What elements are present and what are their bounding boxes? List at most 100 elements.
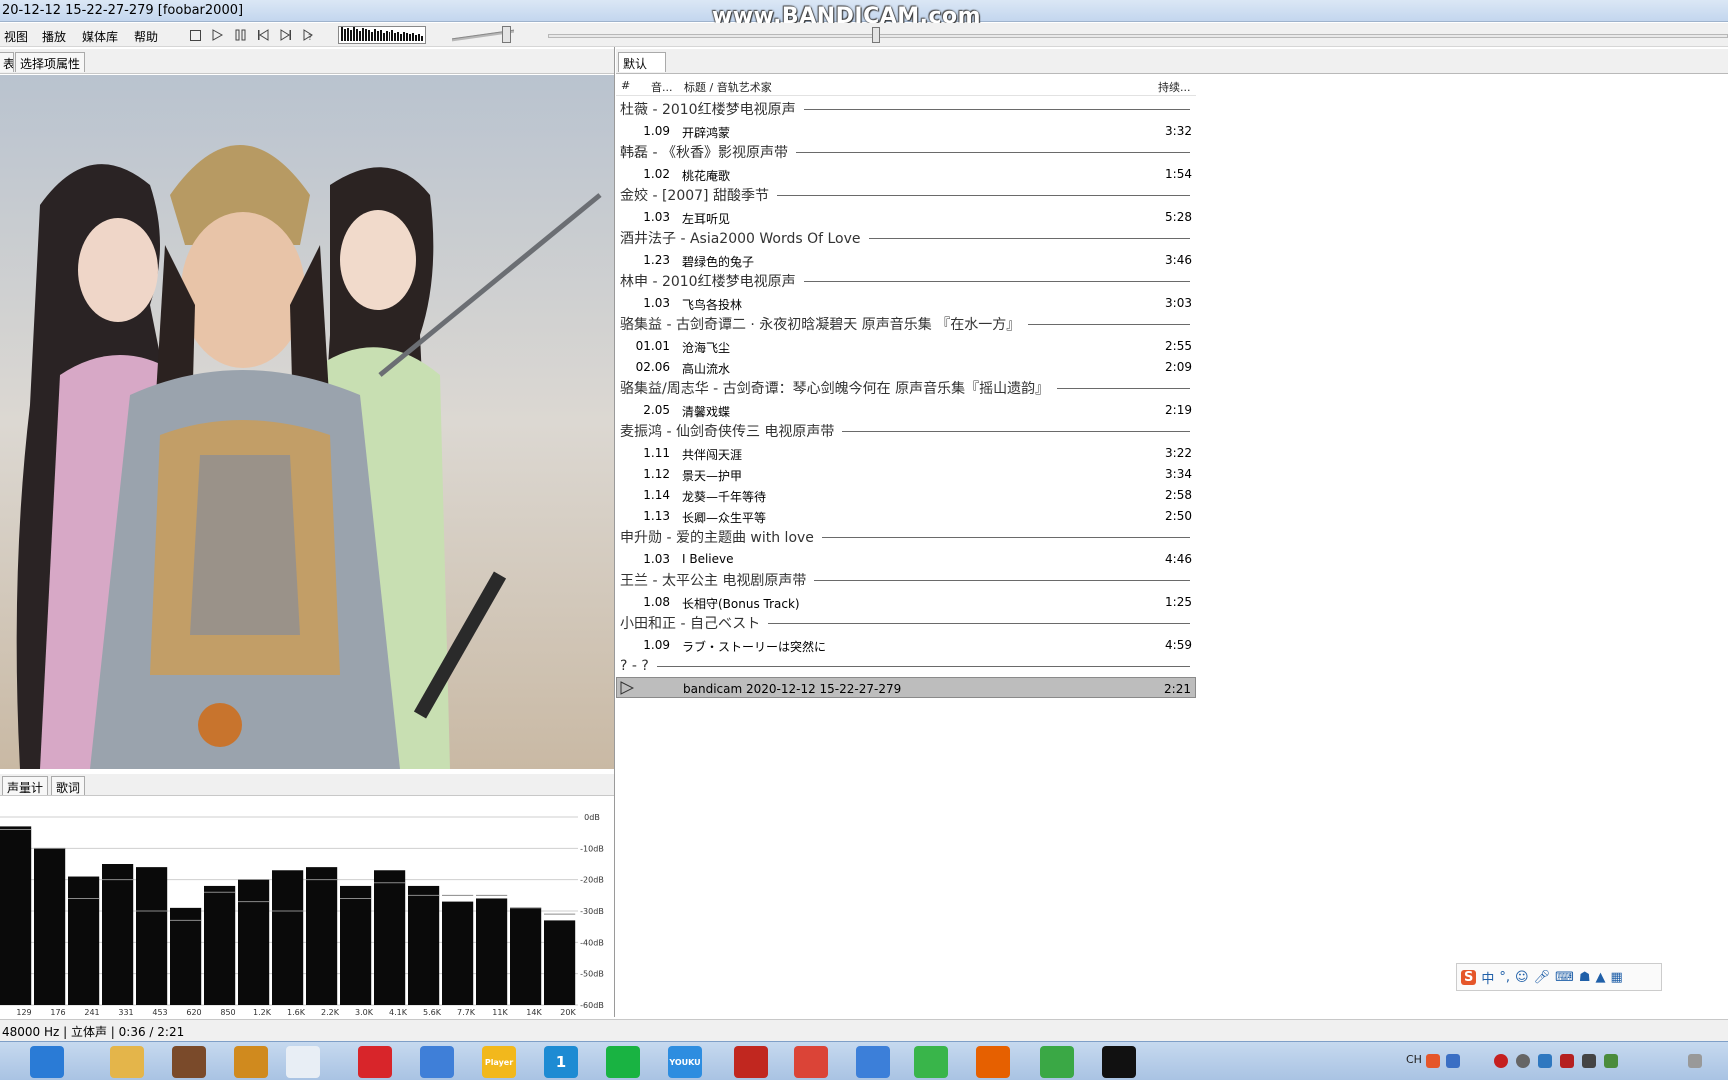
tab-lyrics[interactable]: 歌词 (51, 776, 86, 795)
tray-volume-icon[interactable] (1582, 1054, 1596, 1068)
bird-app-icon[interactable] (856, 1046, 890, 1078)
playlist-row-now-playing[interactable]: bandicam 2020-12-12 15-22-27-279 2:21 (616, 677, 1196, 698)
video-editor-icon[interactable] (172, 1046, 206, 1078)
column-title-artist[interactable]: 标题 / 音轨艺术家 (684, 79, 772, 95)
sogou-logo-icon[interactable]: S (1461, 969, 1477, 985)
playlist-group-header[interactable]: 申升勋 - 爱的主题曲 with love (616, 526, 1196, 548)
volume-slider-handle[interactable] (502, 26, 511, 43)
title-bar: 20-12-12 15-22-27-279 [foobar2000] www.B… (0, 0, 1728, 29)
mini-visualizer-bar (349, 30, 352, 41)
playlist-row[interactable]: 1.03 左耳听见 5:28 (616, 206, 1196, 227)
playlist-row[interactable]: 1.02 桃花庵歌 1:54 (616, 163, 1196, 184)
tray-record-icon[interactable] (1494, 1054, 1508, 1068)
playlist-group-header[interactable]: 林申 - 2010红楼梦电视原声 (616, 270, 1196, 292)
playlist-group-header[interactable]: 骆集益 - 古剑奇谭二 · 永夜初晗凝碧天 原声音乐集 『在水一方』 (616, 313, 1196, 335)
stop-icon[interactable] (186, 27, 204, 43)
bandicam-icon[interactable] (1102, 1046, 1136, 1078)
netease-music-icon[interactable] (358, 1046, 392, 1078)
tab-volume-meter[interactable]: 声量计 (2, 776, 49, 795)
tray-sogou-icon[interactable] (1426, 1054, 1440, 1068)
mini-visualizer-bar (361, 28, 364, 41)
menu-view[interactable]: 视图 (4, 28, 28, 45)
track-title: 沧海飞尘 (682, 341, 731, 355)
tray-flash-icon[interactable] (1560, 1054, 1574, 1068)
search-icon[interactable] (30, 1046, 64, 1078)
playlist-row[interactable]: 1.08 长相守(Bonus Track) 1:25 (616, 591, 1196, 612)
seek-handle[interactable] (872, 27, 880, 43)
potplayer-icon[interactable]: Player (482, 1046, 516, 1078)
playlist-row[interactable]: 1.09 ラブ・ストーリーは突然に 4:59 (616, 634, 1196, 655)
playlist-group-header[interactable]: 小田和正 - 自己ベスト (616, 612, 1196, 634)
playlist-row[interactable]: 02.06 高山流水 2:09 (616, 356, 1196, 377)
playlist-row[interactable]: 1.12 景天—护甲 3:34 (616, 463, 1196, 484)
tray-network-icon[interactable] (1604, 1054, 1618, 1068)
playlist-row[interactable]: 1.13 长卿—众生平等 2:50 (616, 505, 1196, 526)
group-title: 酒井法子 - Asia2000 Words Of Love (620, 231, 861, 247)
360-browser-icon[interactable] (1040, 1046, 1074, 1078)
tab-selection-properties[interactable]: 选择项属性 (15, 52, 86, 72)
skin-icon[interactable]: ▲ (1596, 970, 1606, 985)
foobar-icon[interactable] (286, 1046, 320, 1078)
playlist-group-header[interactable]: 金姣 - [2007] 甜酸季节 (616, 184, 1196, 206)
youku-icon[interactable]: YOUKU (668, 1046, 702, 1078)
playlist-group-header[interactable]: ? - ? (616, 655, 1196, 677)
chrome-icon[interactable] (794, 1046, 828, 1078)
mini-visualizer-bar (400, 34, 403, 41)
playlist-row[interactable]: 1.03 飞鸟各投林 3:03 (616, 292, 1196, 313)
playlist-group-header[interactable]: 杜薇 - 2010红楼梦电视原声 (616, 98, 1196, 120)
firefox-icon[interactable] (976, 1046, 1010, 1078)
play-store-icon[interactable] (914, 1046, 948, 1078)
column-index[interactable]: # (621, 79, 630, 92)
emoji-icon[interactable]: ☺ (1515, 970, 1529, 985)
panel-divider[interactable] (614, 47, 615, 1017)
tray-language[interactable]: CH (1406, 1053, 1422, 1066)
playlist-row[interactable]: 1.09 开辟鸿蒙 3:32 (616, 120, 1196, 141)
group-title: ? - ? (620, 658, 649, 674)
spectrum-bar (408, 885, 440, 1005)
tray-shield-icon[interactable] (1538, 1054, 1552, 1068)
tray-help-icon[interactable] (1446, 1054, 1460, 1068)
tab-default-playlist[interactable]: 默认 (618, 52, 666, 72)
app-1-icon[interactable]: 1 (544, 1046, 578, 1078)
ime-mode[interactable]: 中 (1481, 968, 1494, 987)
menu-help[interactable]: 帮助 (134, 28, 158, 45)
playlist-row[interactable]: 1.14 龙葵—千年等待 2:58 (616, 484, 1196, 505)
playlist-group-header[interactable]: 韩磊 - 《秋香》影视原声带 (616, 141, 1196, 163)
spectrum-bar (68, 876, 100, 1005)
tray-speaker-icon[interactable] (1688, 1054, 1702, 1068)
user-icon[interactable]: ☗ (1579, 970, 1591, 985)
spectrum-bar (510, 907, 542, 1005)
iqiyi-icon[interactable] (606, 1046, 640, 1078)
play-icon[interactable] (208, 27, 226, 43)
keyboard-icon[interactable]: ⌨ (1555, 970, 1574, 985)
folder-icon[interactable] (110, 1046, 144, 1078)
seek-bar[interactable] (548, 34, 1728, 38)
column-duration[interactable]: 持续... (1158, 79, 1191, 95)
playlist-group-header[interactable]: 王兰 - 太平公主 电视剧原声带 (616, 569, 1196, 591)
playlist-group-header[interactable]: 麦振鸿 - 仙剑奇侠传三 电视原声带 (616, 420, 1196, 442)
media-player-icon[interactable] (420, 1046, 454, 1078)
punctuation-icon[interactable]: °, (1499, 970, 1510, 985)
playlist-row[interactable]: 01.01 沧海飞尘 2:55 (616, 335, 1196, 356)
playlist-row[interactable]: 1.23 碧绿色的兔子 3:46 (616, 249, 1196, 270)
playlist-row[interactable]: 1.03 I Believe 4:46 (616, 548, 1196, 569)
playlist-group-header[interactable]: 酒井法子 - Asia2000 Words Of Love (616, 227, 1196, 249)
tab-list[interactable]: 表 (0, 52, 14, 72)
frequency-label: 129 (16, 1008, 31, 1017)
next-icon[interactable] (277, 27, 295, 43)
playlist-row[interactable]: 2.05 清馨戏蝶 2:19 (616, 399, 1196, 420)
microphone-icon[interactable]: 🎤︎ (1534, 970, 1551, 985)
playlist-row[interactable]: 1.11 共伴闯天涯 3:22 (616, 442, 1196, 463)
app-label: YOUKU (669, 1057, 701, 1067)
headphones-icon[interactable] (234, 1046, 268, 1078)
pause-icon[interactable] (231, 27, 249, 43)
previous-icon[interactable] (254, 27, 272, 43)
flash-icon[interactable] (734, 1046, 768, 1078)
menu-playback[interactable]: 播放 (42, 28, 66, 45)
random-icon[interactable]: ? (300, 27, 318, 43)
menu-grid-icon[interactable]: ▦ (1611, 970, 1623, 985)
tray-power-icon[interactable] (1516, 1054, 1530, 1068)
menu-library[interactable]: 媒体库 (82, 28, 118, 45)
playlist-group-header[interactable]: 骆集益/周志华 - 古剑奇谭：琴心剑魄今何在 原声音乐集『摇山遗韵』 (616, 377, 1196, 399)
column-track-number[interactable]: 音... (651, 79, 673, 95)
